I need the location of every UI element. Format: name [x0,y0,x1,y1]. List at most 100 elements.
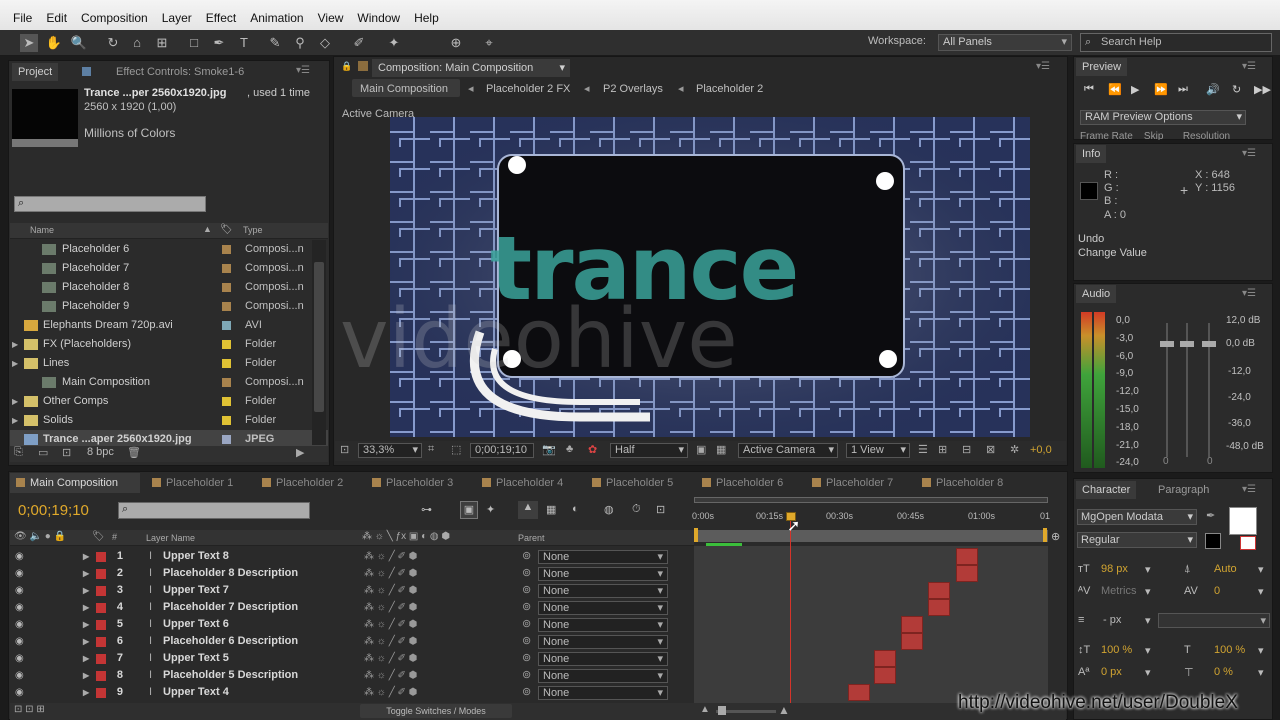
tab-placeholder-6[interactable]: Placeholder 6 [702,474,783,492]
exposure-value[interactable]: +0,0 [1030,444,1052,456]
camera-tool-icon[interactable]: ⌂ [128,34,146,52]
label-swatch[interactable] [222,302,231,311]
eye-icon[interactable]: ◉ [15,684,24,701]
snapping-icon[interactable]: ⌖ [480,34,498,52]
parent-select[interactable]: None [538,550,668,564]
label-swatch[interactable] [96,603,106,613]
chevron-down-icon[interactable]: ▾ [1145,614,1151,627]
project-scrollbar[interactable] [312,240,326,445]
expand-panes-icons[interactable]: ⊡ ⊡ ⊞ [14,704,45,715]
audio-slider-left[interactable] [1160,341,1174,347]
font-size-value[interactable]: 98 px [1101,563,1128,575]
layer-name[interactable]: Placeholder 8 Description [163,565,298,582]
zoom-select[interactable]: 33,3% ▾ [358,443,422,458]
panel-menu-icon[interactable]: ▾☰ [1242,288,1256,299]
parent-select[interactable]: None [538,618,668,632]
new-composition-icon[interactable]: ⊡ [62,446,71,459]
graph-editor-icon[interactable]: ⊡ [656,503,665,516]
parent-select[interactable]: None [538,652,668,666]
expand-arrow-icon[interactable]: ▶ [83,684,89,701]
chevron-down-icon[interactable]: ▾ [1258,666,1264,679]
baseline-shift-value[interactable]: 0 px [1101,666,1122,678]
search-help-input[interactable]: ⌕ Search Help [1080,33,1272,52]
pick-whip-icon[interactable]: ⊚ [522,650,531,667]
clone-stamp-tool-icon[interactable]: ⚲ [291,34,309,52]
tab-placeholder-7[interactable]: Placeholder 7 [812,474,893,492]
chevron-down-icon[interactable]: ▾ [1258,585,1264,598]
loop-icon[interactable]: ↻ [1232,83,1241,96]
pick-whip-icon[interactable]: ⊚ [522,548,531,565]
tab-project[interactable]: Project [12,63,59,81]
fill-color-swatch[interactable] [1229,507,1257,535]
local-axis-icon[interactable]: ⊕ [447,34,465,52]
font-family-select[interactable]: MgOpen Modata ▾ [1077,509,1197,525]
layer-row[interactable]: ◉ ▶ 8 I Placeholder 5 Description ⁂ ☼ ╱ ✐ ⬢ ⊚ N… [8,667,694,684]
label-swatch[interactable] [222,264,231,273]
expand-arrow-icon[interactable]: ▶ [83,633,89,650]
layer-name[interactable]: Upper Text 6 [163,616,229,633]
selection-tool-icon[interactable]: ➤ [20,34,38,52]
label-swatch[interactable] [96,654,106,664]
pick-whip-icon[interactable]: ⊚ [522,684,531,701]
layer-switches-icons[interactable]: ⁂ ☼ ╱ ✐ ⬢ [364,684,417,701]
layer-duration-bar[interactable] [874,650,896,667]
type-tool-icon[interactable]: T [235,34,253,52]
label-swatch[interactable] [96,671,106,681]
motion-blur-icon[interactable]: ◐ [572,503,579,515]
ram-preview-options[interactable]: RAM Preview Options ▾ [1080,110,1246,125]
tab-audio[interactable]: Audio [1076,285,1117,303]
layer-name[interactable]: Placeholder 6 Description [163,633,298,650]
label-swatch[interactable] [222,359,231,368]
eyedropper-icon[interactable]: ✒ [1206,509,1215,522]
always-preview-icon[interactable]: ⊡ [340,443,349,456]
layer-row[interactable]: ◉ ▶ 5 I Upper Text 6 ⁂ ☼ ╱ ✐ ⬢ ⊚ None [8,616,694,633]
breadcrumb-placeholder-2[interactable]: Placeholder 2 [696,80,763,98]
leading-value[interactable]: Auto [1214,563,1237,575]
project-item[interactable]: Elephants Dream 720p.avi AVI [10,316,328,335]
label-swatch[interactable] [222,321,231,330]
trash-icon[interactable]: 🗑 [127,446,141,459]
puppet-pin-tool-icon[interactable]: ✦ [385,34,403,52]
tab-paragraph[interactable]: Paragraph [1152,481,1215,499]
workspace-select[interactable]: All Panels ▾ [938,34,1072,51]
play-icon[interactable]: ▶ [1131,83,1139,96]
last-frame-icon[interactable]: ⏭ [1178,83,1188,96]
region-of-interest-icon[interactable]: ⬚ [451,443,461,456]
panel-menu-icon[interactable]: ▾☰ [1242,484,1256,495]
eye-icon[interactable]: ◉ [15,650,24,667]
pick-whip-icon[interactable]: ⊚ [522,667,531,684]
composition-viewer[interactable]: trance [390,117,1030,437]
eye-icon[interactable]: ◉ [15,582,24,599]
camera-select[interactable]: Active Camera ▾ [738,443,838,458]
timeline-icon[interactable]: ⊞ [938,443,947,456]
layer-row[interactable]: ◉ ▶ 6 I Placeholder 6 Description ⁂ ☼ ╱ ✐ ⬢ ⊚ N… [8,633,694,650]
work-area-start-handle[interactable] [694,528,698,542]
tab-composition[interactable]: Composition: Main Composition ▾ [372,59,570,77]
expand-arrow-icon[interactable]: ▶ [12,335,18,354]
chevron-down-icon[interactable]: ▾ [1145,666,1151,679]
eye-icon[interactable]: ◉ [15,667,24,684]
pen-tool-icon[interactable]: ✒ [210,34,228,52]
brainstorm-icon[interactable]: ◍ [604,503,614,516]
pick-whip-icon[interactable]: ⊚ [522,599,531,616]
eye-icon[interactable]: ◉ [15,565,24,582]
comp-button-icon[interactable]: ⊕ [1051,530,1060,543]
expand-arrow-icon[interactable]: ▶ [83,548,89,565]
layer-row[interactable]: ◉ ▶ 2 I Placeholder 8 Description ⁂ ☼ ╱ ✐ ⬢ ⊚ N… [8,565,694,582]
tab-placeholder-8[interactable]: Placeholder 8 [922,474,1003,492]
eye-icon[interactable]: ◉ [15,599,24,616]
interpret-footage-icon[interactable]: ⎘ [14,446,23,459]
current-time-field[interactable]: 0;00;19;10 [470,443,534,458]
view-layout-select[interactable]: 1 View ▾ [846,443,910,458]
label-swatch[interactable] [96,620,106,630]
pick-whip-icon[interactable]: ⊚ [522,582,531,599]
bpc-label[interactable]: 8 bpc [87,446,114,458]
layer-duration-bar[interactable] [848,684,870,701]
exposure-reset-icon[interactable]: ✲ [1010,443,1019,456]
project-item[interactable]: Main Composition Composi...n [10,373,328,392]
layer-switches-icons[interactable]: ⁂ ☼ ╱ ✐ ⬢ [364,633,417,650]
tracking-value[interactable]: 0 [1214,585,1220,597]
layer-name-header[interactable]: Layer Name [146,533,195,543]
project-item[interactable]: Placeholder 8 Composi...n [10,278,328,297]
project-item[interactable]: Placeholder 7 Composi...n [10,259,328,278]
